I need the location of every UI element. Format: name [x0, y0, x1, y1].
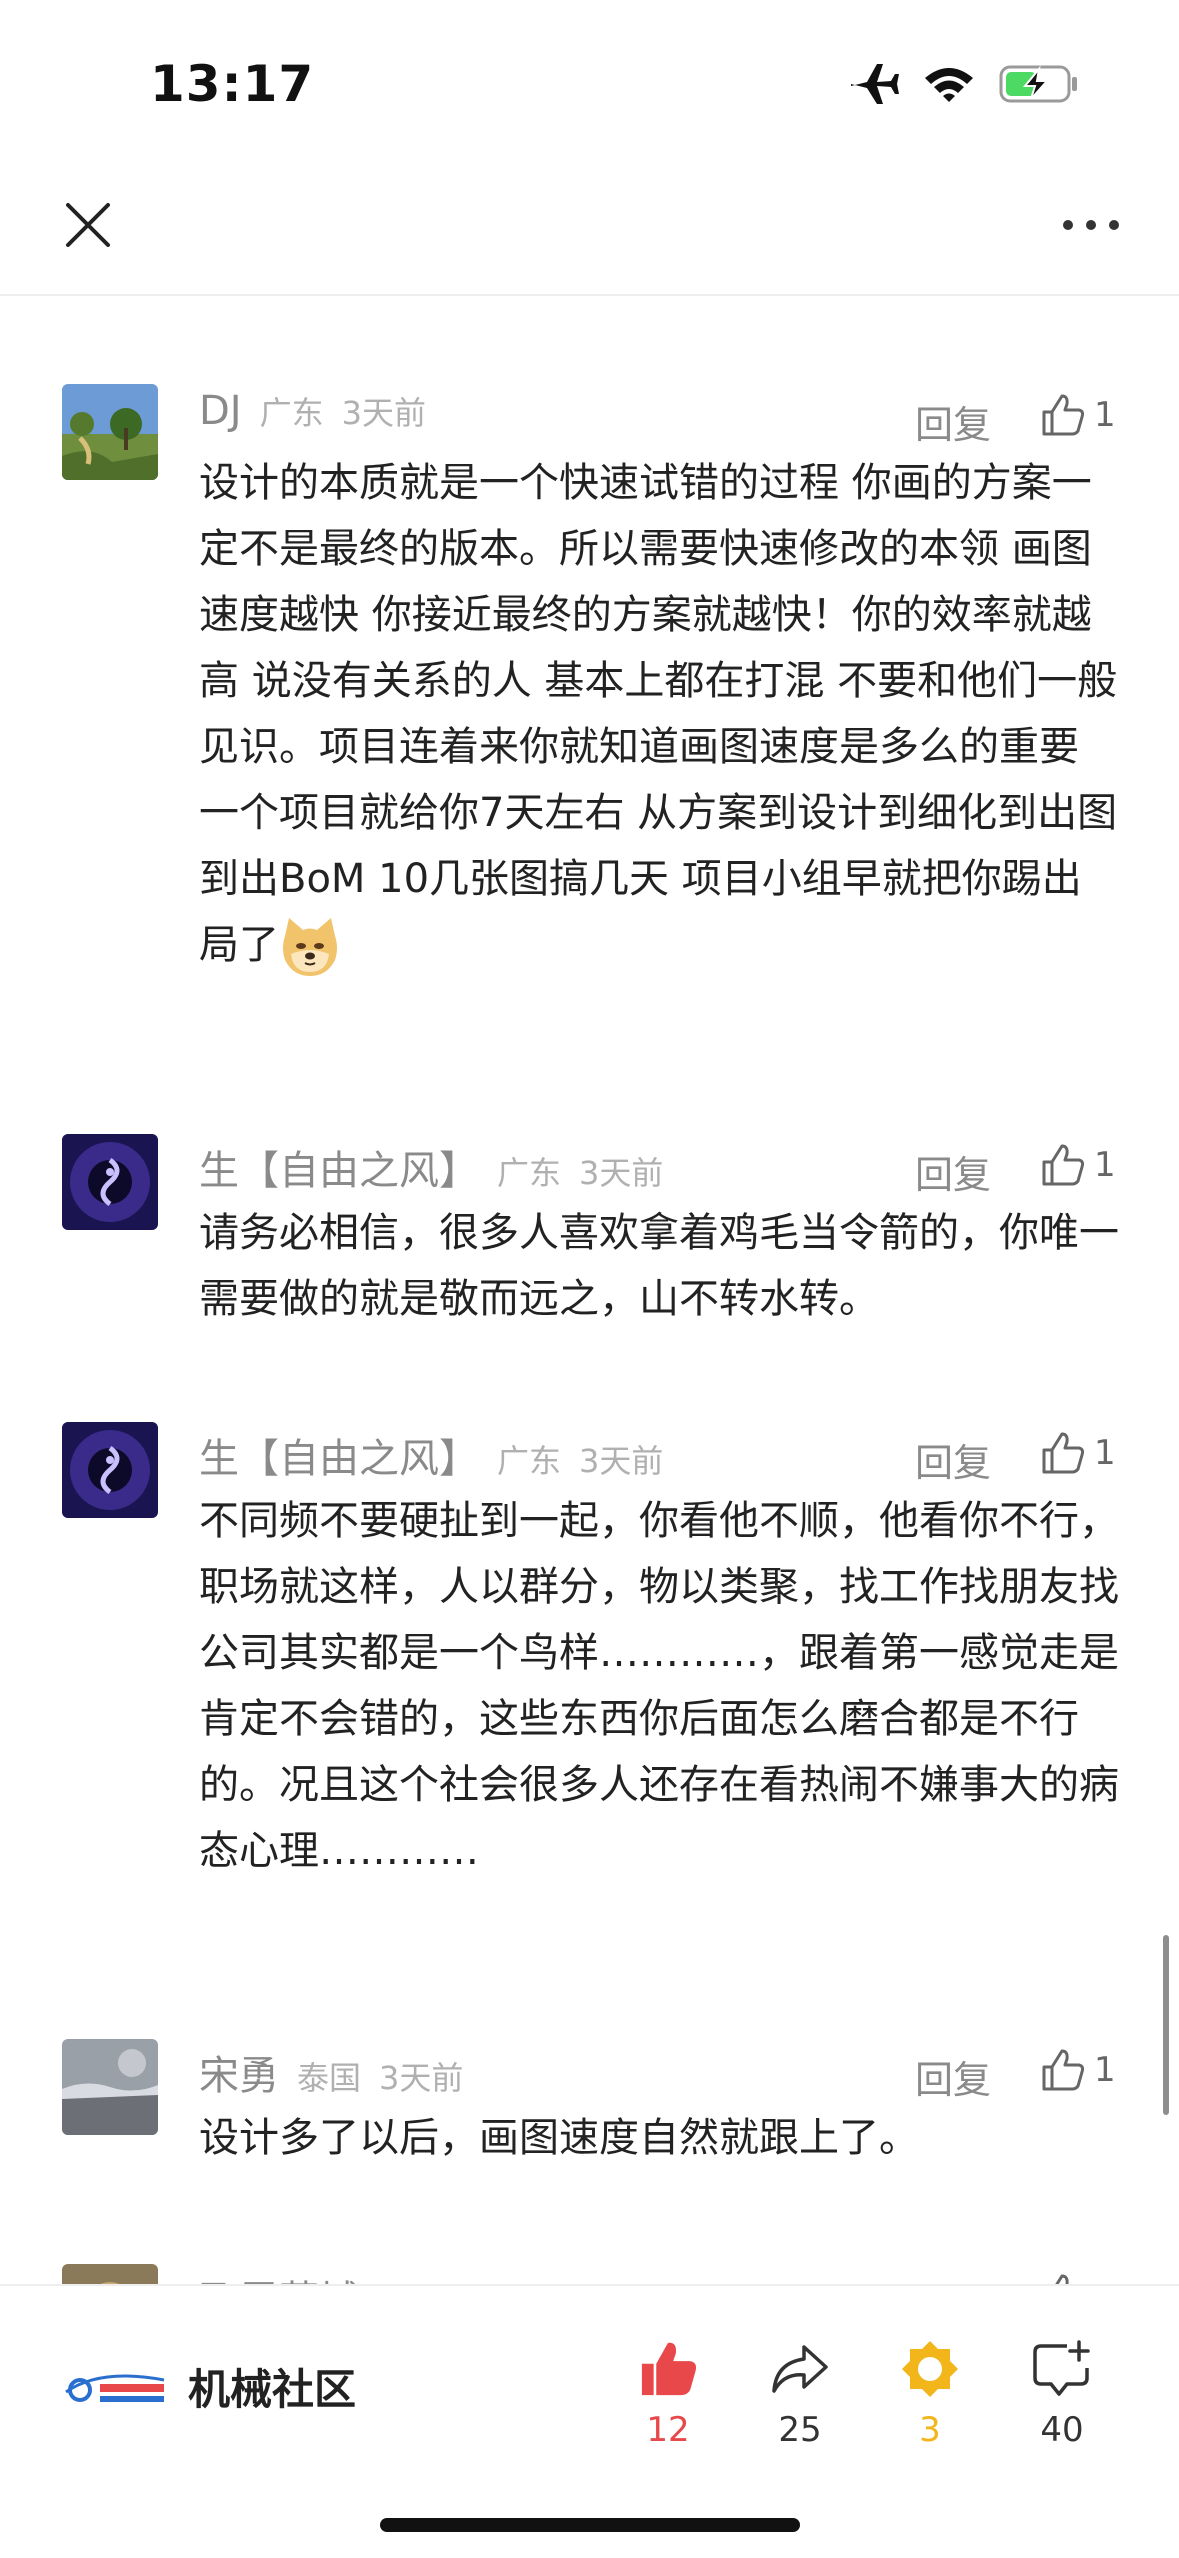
- comment-text: 设计多了以后，画图速度自然就跟上了。: [199, 2115, 919, 2161]
- community-name: 机械社区: [188, 2365, 357, 2414]
- comment-text-body: 设计的本质就是一个快速试错的过程 你画的方案一定不是最终的版本。所以需要快速修改…: [199, 460, 1118, 968]
- community-logo-icon: [65, 2374, 165, 2402]
- comment-location: 广东: [497, 1154, 562, 1192]
- comment-author[interactable]: DJ: [199, 388, 242, 434]
- comment-author[interactable]: 生【自由之风】: [199, 1138, 479, 1196]
- like-count: 1: [1094, 2050, 1116, 2090]
- thumbs-up-icon: [1042, 1144, 1085, 1186]
- home-indicator[interactable]: [380, 2518, 800, 2532]
- like-button[interactable]: 1: [1040, 392, 1116, 438]
- comment-author[interactable]: 生【自由之风】: [199, 1426, 479, 1484]
- reply-button[interactable]: 回复: [915, 2049, 991, 2104]
- more-icon: [1063, 220, 1119, 230]
- like-button[interactable]: 1: [1040, 1430, 1116, 1476]
- like-count: 1: [1094, 395, 1116, 435]
- comment-location: 泰国: [297, 2059, 362, 2097]
- comment-location: 广东: [259, 394, 324, 432]
- comment-button[interactable]: 40: [1012, 2334, 1112, 2450]
- reply-button[interactable]: 回复: [915, 2274, 991, 2284]
- avatar[interactable]: [62, 1134, 158, 1230]
- scrollbar[interactable]: [1163, 1935, 1169, 2115]
- status-icons: [847, 62, 1079, 110]
- like-count: 1: [1094, 1145, 1116, 1185]
- like-count: 1: [1094, 1433, 1116, 1473]
- avatar[interactable]: [62, 2039, 158, 2135]
- favorite-button[interactable]: 3: [880, 2334, 980, 2450]
- thumbs-up-icon: [1042, 2049, 1085, 2091]
- post-like-count: 12: [646, 2410, 690, 2450]
- reply-button[interactable]: 回复: [915, 1432, 991, 1487]
- like-button[interactable]: 1: [1040, 1142, 1116, 1188]
- bottom-action-bar: 机械社区 12 25 3 40: [0, 2284, 1179, 2558]
- thumbs-up-icon: [1042, 394, 1085, 436]
- share-button[interactable]: 25: [750, 2334, 850, 2450]
- comment-time: 3天前: [579, 1154, 664, 1192]
- like-post-button[interactable]: 12: [618, 2334, 718, 2450]
- comment-time: 3天前: [341, 394, 426, 432]
- comment-author[interactable]: 飞雪落城: [199, 2268, 359, 2284]
- like-button[interactable]: 1: [1040, 2047, 1116, 2093]
- wifi-icon: [923, 64, 975, 108]
- comment-time: 3天前: [379, 2059, 464, 2097]
- status-time: 13:17: [150, 55, 315, 113]
- thumbs-up-filled-icon: [641, 2342, 697, 2396]
- close-button[interactable]: [58, 195, 118, 255]
- thumbs-up-icon: [1042, 1432, 1085, 1474]
- comment-text: 不同频不要硬扯到一起，你看他不顺，他看你不行，职场就这样，人以群分，物以类聚，找…: [199, 1498, 1119, 1874]
- comment-header: DJ 广东 3天前: [199, 388, 426, 448]
- favorite-count: 3: [919, 2410, 941, 2450]
- close-icon: [66, 203, 110, 247]
- avatar[interactable]: [62, 384, 158, 480]
- community-brand[interactable]: 机械社区: [60, 2356, 356, 2417]
- reply-button[interactable]: 回复: [915, 394, 991, 449]
- airplane-icon: [847, 62, 899, 110]
- reply-button[interactable]: 回复: [915, 1144, 991, 1199]
- comment-count: 40: [1040, 2410, 1084, 2450]
- comment-header: 飞雪落城 浙江 昨天: [199, 2268, 523, 2284]
- comment-time: 3天前: [579, 1442, 664, 1480]
- more-button[interactable]: [1051, 195, 1131, 255]
- comment-list[interactable]: DJ 广东 3天前 回复 1 设计的本质就是一个快速试错的过程 你画的方案一定不…: [0, 294, 1179, 2284]
- comment-add-icon: [1033, 2340, 1090, 2396]
- thumbs-up-icon: [1055, 2274, 1069, 2284]
- avatar[interactable]: [62, 2264, 158, 2284]
- comment-header: 宋勇 泰国 3天前: [199, 2043, 463, 2103]
- comment-header: 生【自由之风】 广东 3天前: [199, 1426, 663, 1486]
- comment-text: 设计的本质就是一个快速试错的过程 你画的方案一定不是最终的版本。所以需要快速修改…: [199, 450, 1119, 978]
- share-count: 25: [778, 2410, 822, 2450]
- comment-text: 请务必相信，很多人喜欢拿着鸡毛当令箭的，你唯一需要做的就是敬而远之，山不转水转。: [199, 1210, 1119, 1322]
- avatar[interactable]: [62, 1422, 158, 1518]
- favorite-badge-icon: [902, 2341, 958, 2397]
- like-button[interactable]: [1040, 2272, 1094, 2284]
- nav-bar: [0, 170, 1179, 296]
- battery-charging-icon: [999, 64, 1079, 108]
- comment-header: 生【自由之风】 广东 3天前: [199, 1138, 663, 1198]
- comment-author[interactable]: 宋勇: [199, 2043, 279, 2101]
- doge-emoji-icon: [279, 916, 341, 978]
- comment-location: 广东: [497, 1442, 562, 1480]
- status-bar: 13:17: [0, 0, 1179, 170]
- share-icon: [772, 2345, 828, 2393]
